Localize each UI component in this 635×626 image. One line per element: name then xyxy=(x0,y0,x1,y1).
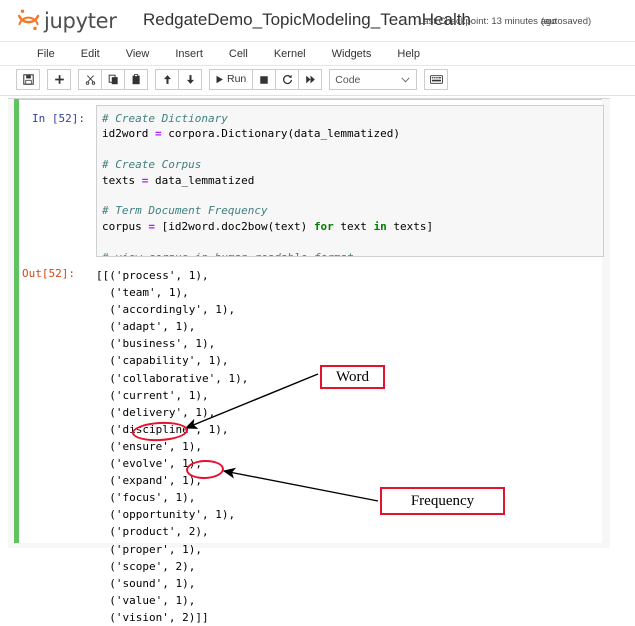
jupyter-logo-link[interactable]: jupyter xyxy=(16,7,117,33)
save-button[interactable] xyxy=(16,69,40,90)
notebook-header: jupyter RedgateDemo_TopicModeling_TeamHe… xyxy=(0,0,635,42)
menu-widgets[interactable]: Widgets xyxy=(319,42,385,66)
fast-forward-icon xyxy=(305,74,316,85)
interrupt-kernel-button[interactable] xyxy=(252,69,277,90)
arrow-up-icon xyxy=(162,74,173,85)
restart-circle-icon xyxy=(282,74,293,85)
move-cell-up-button[interactable] xyxy=(155,69,179,90)
jupyter-logo-text: jupyter xyxy=(44,8,117,33)
play-icon xyxy=(215,75,224,84)
input-prompt: In [52]: xyxy=(32,112,85,125)
restart-kernel-button[interactable] xyxy=(275,69,300,90)
menu-kernel[interactable]: Kernel xyxy=(261,42,319,66)
cell-selected-indicator xyxy=(14,99,19,543)
arrow-down-icon xyxy=(185,74,196,85)
run-button-label: Run xyxy=(227,73,247,86)
last-checkpoint-label: Last Checkpoint: 13 minutes ago xyxy=(418,16,557,27)
paste-icon xyxy=(131,74,142,85)
cell-output-text: [[('process', 1), ('team', 1), ('accordi… xyxy=(96,269,249,624)
paste-cell-button[interactable] xyxy=(124,69,148,90)
menu-view[interactable]: View xyxy=(113,42,163,66)
code-editor-text: # Create Dictionary id2word = corpora.Di… xyxy=(102,111,527,256)
plus-icon xyxy=(54,74,65,85)
insert-cell-below-button[interactable] xyxy=(47,69,71,90)
run-cell-button[interactable]: Run xyxy=(209,69,254,90)
menu-edit[interactable]: Edit xyxy=(68,42,113,66)
stop-square-icon xyxy=(259,75,269,85)
autosave-status: (autosaved) xyxy=(541,16,592,27)
code-editor[interactable]: # Create Dictionary id2word = corpora.Di… xyxy=(96,105,604,257)
cell-type-value: Code xyxy=(335,73,361,86)
menu-file[interactable]: File xyxy=(24,42,68,66)
copy-icon xyxy=(108,74,119,85)
move-cell-down-button[interactable] xyxy=(178,69,202,90)
cell-type-select[interactable]: Code xyxy=(329,69,418,90)
menu-help[interactable]: Help xyxy=(384,42,433,66)
toolbar: Run Code xyxy=(0,66,635,96)
keyboard-icon xyxy=(429,75,443,84)
output-prompt: Out[52]: xyxy=(22,267,75,280)
scissors-icon xyxy=(85,74,96,85)
menu-bar: File Edit View Insert Cell Kernel Widget… xyxy=(0,42,635,66)
cut-cell-button[interactable] xyxy=(78,69,102,90)
chevron-down-icon xyxy=(401,77,410,83)
copy-cell-button[interactable] xyxy=(101,69,125,90)
jupyter-logo-icon xyxy=(16,7,42,33)
menu-insert[interactable]: Insert xyxy=(162,42,216,66)
save-icon xyxy=(22,74,34,85)
restart-and-run-all-button[interactable] xyxy=(298,69,323,90)
menu-cell[interactable]: Cell xyxy=(216,42,261,66)
open-command-palette-button[interactable] xyxy=(424,69,449,90)
